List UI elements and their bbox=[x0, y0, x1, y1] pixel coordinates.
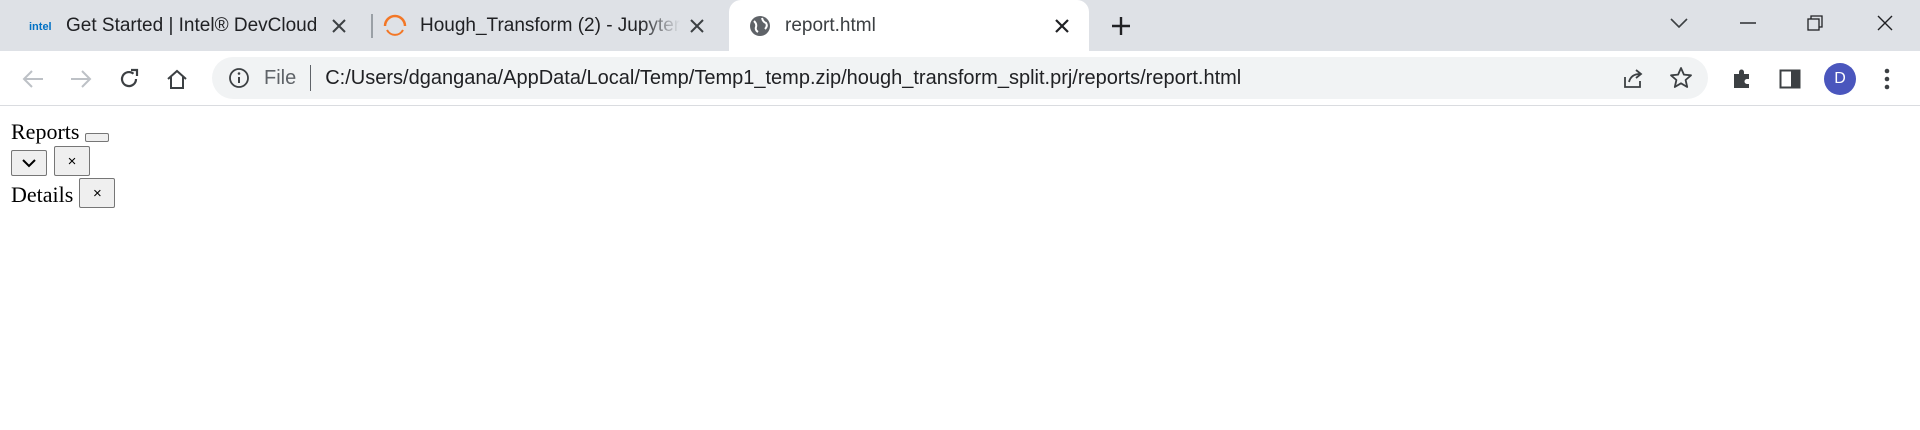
restore-icon[interactable] bbox=[1795, 6, 1835, 40]
globe-icon bbox=[747, 13, 773, 39]
forward-arrow-icon[interactable] bbox=[66, 64, 96, 94]
close-tab-icon[interactable] bbox=[684, 13, 710, 39]
url-text[interactable]: C:/Users/dgangana/AppData/Local/Temp/Tem… bbox=[325, 67, 1241, 90]
tab-title: Hough_Transform (2) - JupyterLab bbox=[420, 14, 680, 36]
reports-heading: Reports bbox=[11, 119, 80, 144]
close-window-icon[interactable] bbox=[1865, 6, 1905, 40]
bookmark-star-icon[interactable] bbox=[1667, 64, 1695, 92]
side-panel-icon[interactable] bbox=[1775, 64, 1805, 94]
browser-toolbar: File C:/Users/dgangana/AppData/Local/Tem… bbox=[0, 51, 1920, 106]
close-tab-icon[interactable] bbox=[326, 13, 352, 39]
intel-logo-icon: intel bbox=[28, 13, 54, 39]
details-row: Details × bbox=[11, 176, 1920, 208]
details-heading: Details bbox=[11, 182, 74, 207]
scheme-label: File bbox=[264, 66, 297, 89]
more-menu-icon[interactable] bbox=[1872, 64, 1902, 94]
jupyter-loading-icon bbox=[382, 13, 408, 39]
tab-separator bbox=[371, 14, 373, 38]
home-icon[interactable] bbox=[162, 64, 192, 94]
page-content: Reports × Details × bbox=[0, 106, 1920, 208]
tab-search-chevron-down-icon[interactable] bbox=[1659, 6, 1699, 40]
divider bbox=[310, 65, 312, 91]
new-tab-icon[interactable] bbox=[1106, 11, 1136, 41]
close-reports-button[interactable]: × bbox=[54, 146, 90, 176]
close-tab-icon[interactable] bbox=[1049, 13, 1075, 39]
tab-intel-devcloud[interactable]: intel Get Started | Intel® DevCloud bbox=[28, 0, 366, 51]
close-details-button[interactable]: × bbox=[79, 178, 116, 208]
reload-icon[interactable] bbox=[114, 64, 144, 94]
svg-text:intel: intel bbox=[29, 21, 52, 33]
empty-button[interactable] bbox=[85, 133, 110, 142]
minimize-icon[interactable] bbox=[1728, 6, 1768, 40]
extensions-puzzle-icon[interactable] bbox=[1727, 64, 1757, 94]
info-icon[interactable] bbox=[226, 65, 252, 91]
tab-strip: intel Get Started | Intel® DevCloud Houg… bbox=[0, 0, 1920, 51]
share-icon[interactable] bbox=[1620, 64, 1648, 92]
back-arrow-icon[interactable] bbox=[18, 64, 48, 94]
controls-row: × bbox=[11, 145, 1920, 176]
report-dropdown[interactable] bbox=[11, 150, 47, 176]
tab-title: report.html bbox=[785, 14, 876, 36]
chevron-down-icon bbox=[22, 158, 36, 167]
tab-jupyterlab[interactable]: Hough_Transform (2) - JupyterLab bbox=[382, 0, 724, 51]
tab-title: Get Started | Intel® DevCloud bbox=[66, 14, 316, 36]
profile-avatar[interactable]: D bbox=[1824, 63, 1856, 95]
tab-report-html[interactable]: report.html bbox=[729, 0, 1089, 51]
reports-row: Reports bbox=[11, 117, 1920, 145]
address-bar[interactable]: File C:/Users/dgangana/AppData/Local/Tem… bbox=[212, 57, 1708, 99]
